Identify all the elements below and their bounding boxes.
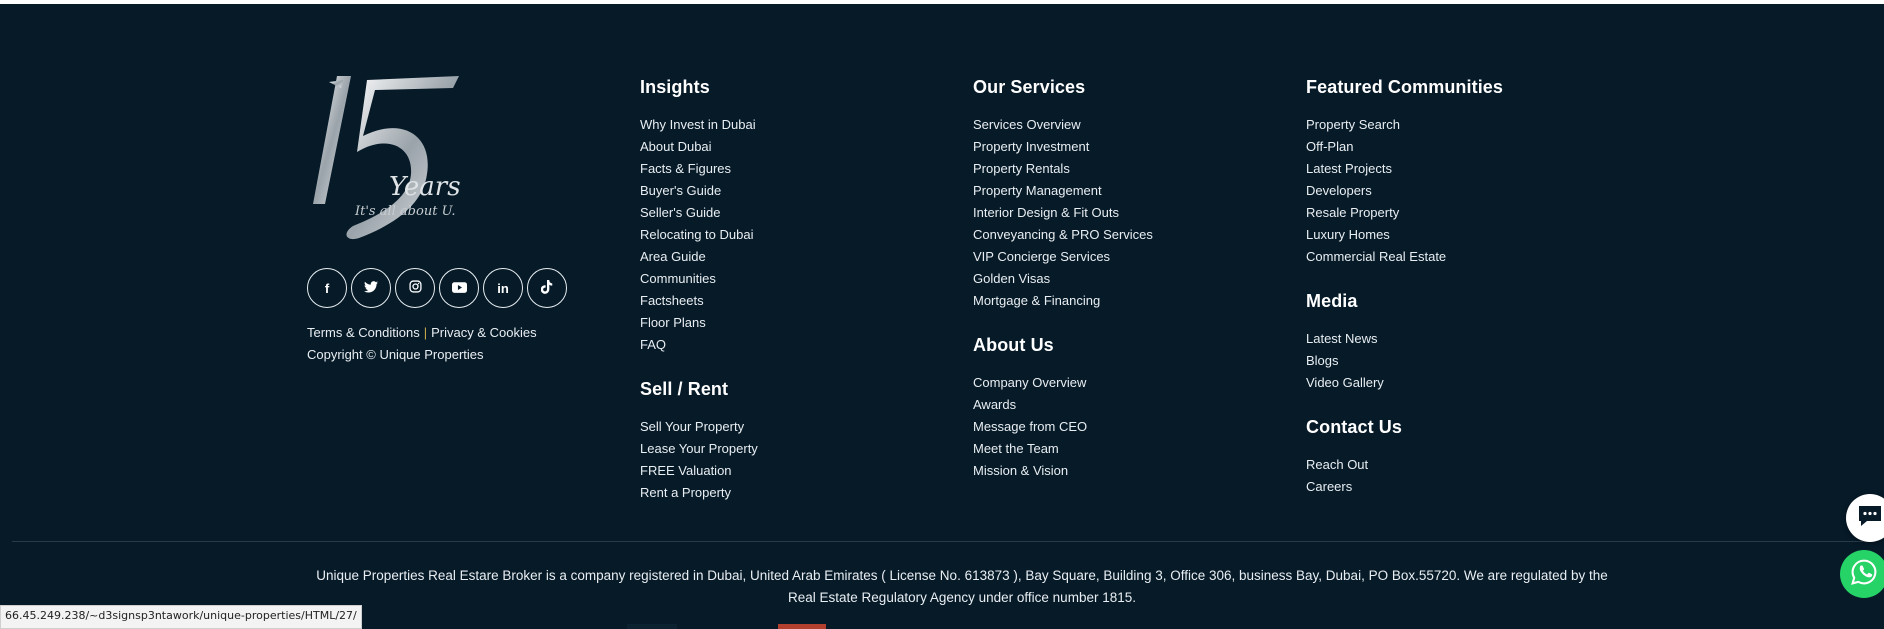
- about-link[interactable]: Company Overview: [973, 372, 1153, 394]
- tiktok-button[interactable]: [527, 268, 567, 308]
- company-disclaimer: Unique Properties Real Estare Broker is …: [316, 568, 1608, 605]
- insights-links: Why Invest in Dubai About Dubai Facts & …: [640, 114, 758, 356]
- sell-rent-link[interactable]: FREE Valuation: [640, 460, 758, 482]
- anniversary-logo: Years It's all about U.: [307, 76, 467, 246]
- media-links: Latest News Blogs Video Gallery: [1306, 328, 1503, 394]
- instagram-button[interactable]: [395, 268, 435, 308]
- browser-status-url: 66.45.249.238/~d3signsp3ntawork/unique-p…: [0, 605, 362, 629]
- chat-bubble-icon: [1857, 504, 1883, 533]
- facebook-icon: f: [324, 280, 330, 296]
- communities-link[interactable]: Off-Plan: [1306, 136, 1503, 158]
- insights-link[interactable]: Floor Plans: [640, 312, 758, 334]
- insights-link[interactable]: FAQ: [640, 334, 758, 356]
- insights-link[interactable]: Seller's Guide: [640, 202, 758, 224]
- communities-link[interactable]: Resale Property: [1306, 202, 1503, 224]
- communities-link[interactable]: Commercial Real Estate: [1306, 246, 1503, 268]
- sell-rent-links: Sell Your Property Lease Your Property F…: [640, 416, 758, 504]
- communities-link[interactable]: Latest Projects: [1306, 158, 1503, 180]
- bottom-edge-marks: [778, 624, 826, 629]
- tiktok-icon: [540, 279, 553, 297]
- media-heading: Media: [1306, 291, 1358, 311]
- insights-heading: Insights: [640, 77, 710, 97]
- youtube-button[interactable]: [439, 268, 479, 308]
- services-link[interactable]: Property Investment: [973, 136, 1153, 158]
- logo-tagline-text: It's all about U.: [355, 204, 456, 219]
- communities-heading: Featured Communities: [1306, 77, 1504, 97]
- about-link[interactable]: Meet the Team: [973, 438, 1153, 460]
- services-link[interactable]: Conveyancing & PRO Services: [973, 224, 1153, 246]
- communities-links: Property Search Off-Plan Latest Projects…: [1306, 114, 1503, 268]
- about-link[interactable]: Message from CEO: [973, 416, 1153, 438]
- insights-link[interactable]: Buyer's Guide: [640, 180, 758, 202]
- services-link[interactable]: Mortgage & Financing: [973, 290, 1153, 312]
- twitter-icon: [364, 280, 378, 296]
- social-links: f in: [307, 268, 567, 308]
- insights-link[interactable]: Communities: [640, 268, 758, 290]
- twitter-button[interactable]: [351, 268, 391, 308]
- about-link[interactable]: Mission & Vision: [973, 460, 1153, 482]
- contact-heading: Contact Us: [1306, 417, 1403, 437]
- insights-link[interactable]: Factsheets: [640, 290, 758, 312]
- services-link[interactable]: Interior Design & Fit Outs: [973, 202, 1153, 224]
- insights-link[interactable]: Why Invest in Dubai: [640, 114, 758, 136]
- sell-rent-link[interactable]: Lease Your Property: [640, 438, 758, 460]
- communities-link[interactable]: Property Search: [1306, 114, 1503, 136]
- insights-link[interactable]: About Dubai: [640, 136, 758, 158]
- communities-link[interactable]: Luxury Homes: [1306, 224, 1503, 246]
- footer-divider: [12, 541, 1872, 542]
- footer-communities-column: Featured Communities Property Search Off…: [1306, 76, 1503, 498]
- sell-rent-link[interactable]: Rent a Property: [640, 482, 758, 504]
- terms-link[interactable]: Terms & Conditions: [307, 325, 420, 340]
- contact-link[interactable]: Careers: [1306, 476, 1503, 498]
- linkedin-icon: in: [497, 280, 509, 296]
- privacy-link[interactable]: Privacy & Cookies: [431, 325, 536, 340]
- footer-brand-column: Years It's all about U. f in Terms & Con…: [307, 76, 567, 366]
- sell-rent-link[interactable]: Sell Your Property: [640, 416, 758, 438]
- contact-links: Reach Out Careers: [1306, 454, 1503, 498]
- services-link[interactable]: Golden Visas: [973, 268, 1153, 290]
- services-links: Services Overview Property Investment Pr…: [973, 114, 1153, 312]
- bottom-edge-marks: [627, 624, 677, 629]
- about-link[interactable]: Awards: [973, 394, 1153, 416]
- media-link[interactable]: Blogs: [1306, 350, 1503, 372]
- insights-link[interactable]: Relocating to Dubai: [640, 224, 758, 246]
- media-link[interactable]: Video Gallery: [1306, 372, 1503, 394]
- linkedin-button[interactable]: in: [483, 268, 523, 308]
- contact-link[interactable]: Reach Out: [1306, 454, 1503, 476]
- about-links: Company Overview Awards Message from CEO…: [973, 372, 1153, 482]
- media-link[interactable]: Latest News: [1306, 328, 1503, 350]
- logo-years-text: Years: [389, 172, 461, 202]
- footer-insights-column: Insights Why Invest in Dubai About Dubai…: [640, 76, 758, 504]
- services-link[interactable]: VIP Concierge Services: [973, 246, 1153, 268]
- footer-services-column: Our Services Services Overview Property …: [973, 76, 1153, 482]
- services-link[interactable]: Property Management: [973, 180, 1153, 202]
- site-footer: Years It's all about U. f in Terms & Con…: [0, 4, 1884, 629]
- communities-link[interactable]: Developers: [1306, 180, 1503, 202]
- legal-separator: |: [423, 325, 428, 340]
- whatsapp-icon: [1850, 558, 1878, 591]
- insights-link[interactable]: Area Guide: [640, 246, 758, 268]
- facebook-button[interactable]: f: [307, 268, 347, 308]
- services-link[interactable]: Property Rentals: [973, 158, 1153, 180]
- services-heading: Our Services: [973, 77, 1086, 97]
- instagram-icon: [408, 280, 422, 296]
- live-chat-button[interactable]: [1846, 494, 1884, 542]
- copyright-text: Copyright © Unique Properties: [307, 347, 484, 362]
- about-heading: About Us: [973, 335, 1054, 355]
- youtube-icon: [451, 281, 467, 296]
- legal-links: Terms & Conditions | Privacy & Cookies Cop…: [307, 322, 567, 366]
- sell-rent-heading: Sell / Rent: [640, 379, 729, 399]
- whatsapp-button[interactable]: [1840, 550, 1884, 598]
- services-link[interactable]: Services Overview: [973, 114, 1153, 136]
- insights-link[interactable]: Facts & Figures: [640, 158, 758, 180]
